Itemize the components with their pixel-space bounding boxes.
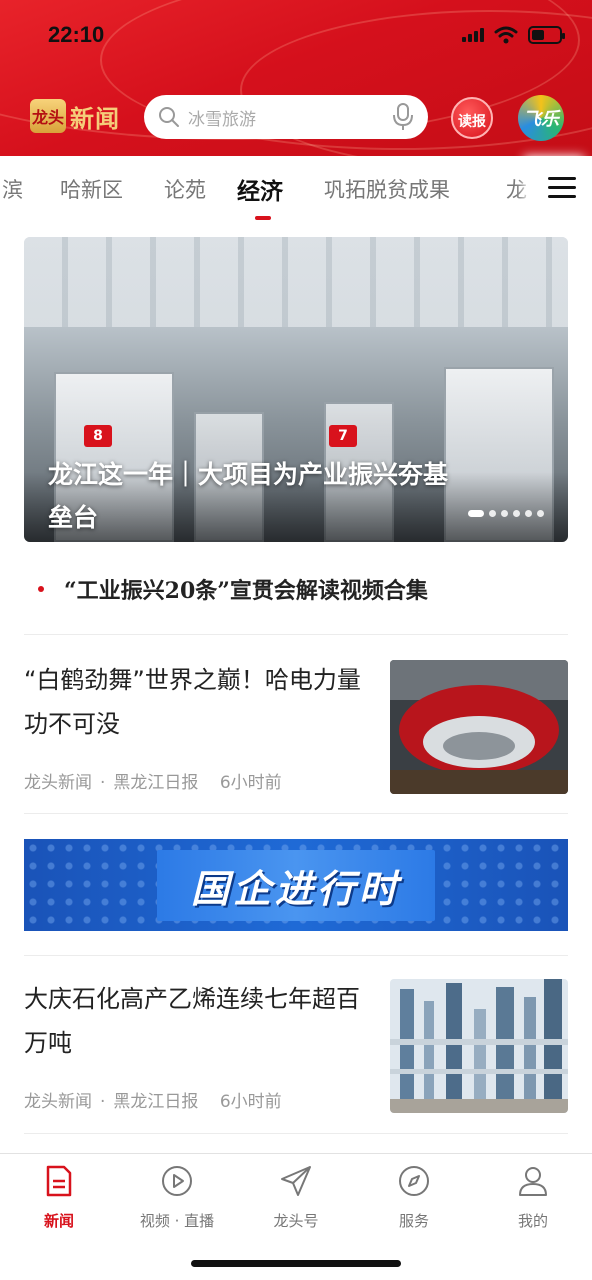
- app-header: 22:10 龙头 新闻 冰雪旅游 读报 飞乐: [0, 0, 592, 156]
- nav-longtou-hao-label: 龙头号: [273, 1212, 319, 1230]
- article-item[interactable]: 大庆石化高产乙烯连续七年超百万吨 龙头新闻 · 黑龙江日报 6小时前: [24, 977, 568, 1113]
- hero-image-ceiling: [24, 237, 568, 327]
- promo-banner-text: 国企进行时: [190, 866, 401, 911]
- tab-bin[interactable]: 滨: [2, 174, 23, 204]
- nav-video-live-label: 视频 · 直播: [139, 1212, 215, 1230]
- article-source: 龙头新闻: [24, 773, 92, 793]
- nav-longtou-hao[interactable]: 龙头号: [237, 1164, 355, 1231]
- tab-lunyuan[interactable]: 论苑: [164, 174, 206, 204]
- nav-service[interactable]: 服务: [355, 1164, 473, 1231]
- article-meta: 龙头新闻 · 黑龙江日报 6小时前: [24, 1092, 282, 1112]
- app-logo[interactable]: 龙头 新闻: [30, 98, 120, 134]
- carousel-dot[interactable]: [537, 510, 544, 517]
- active-tab-indicator: [255, 216, 271, 220]
- search-icon: [159, 107, 179, 127]
- user-icon: [516, 1164, 550, 1198]
- hero-carousel[interactable]: 8 7 龙江这一年｜大项目为产业振兴夯基垒台: [24, 237, 568, 542]
- home-indicator[interactable]: [191, 1260, 401, 1267]
- article-time: 6小时前: [219, 773, 282, 793]
- logo-text: 新闻: [70, 104, 120, 133]
- nav-mine[interactable]: 我的: [474, 1164, 592, 1231]
- status-icons: [462, 26, 565, 44]
- divider: [24, 634, 568, 635]
- machine-tag: 8: [84, 425, 112, 447]
- carousel-dot[interactable]: [489, 510, 496, 517]
- logo-badge: 龙头: [30, 99, 66, 133]
- status-time: 22:10: [48, 22, 105, 47]
- nav-mine-label: 我的: [517, 1212, 548, 1230]
- nav-service-label: 服务: [398, 1212, 429, 1230]
- fly-app-label: 飞乐: [523, 109, 559, 130]
- channel-tabs: 滨 哈新区 论苑 经济 巩拓脱贫成果 龙: [0, 156, 592, 224]
- read-paper-button[interactable]: 读报: [451, 97, 493, 139]
- carousel-dot[interactable]: [501, 510, 508, 517]
- channel-menu-icon[interactable]: [532, 156, 592, 218]
- hero-title[interactable]: 龙江这一年｜大项目为产业振兴夯基垒台: [48, 453, 468, 539]
- headline-item[interactable]: “工业振兴20条”宣贯会解读视频合集: [24, 566, 568, 612]
- carousel-dot[interactable]: [513, 510, 520, 517]
- article-paper: 黑龙江日报: [113, 773, 199, 793]
- promo-banner[interactable]: 国企进行时: [24, 839, 568, 931]
- promo-banner-panel: 国企进行时: [156, 849, 435, 921]
- article-meta: 龙头新闻 · 黑龙江日报 6小时前: [24, 773, 282, 793]
- headline-text: “工业振兴20条”宣贯会解读视频合集: [64, 578, 428, 604]
- divider: [24, 1133, 568, 1134]
- article-thumbnail: [390, 660, 568, 794]
- article-title: 大庆石化高产乙烯连续七年超百万吨: [24, 985, 360, 1057]
- tab-tuopin[interactable]: 巩拓脱贫成果: [324, 174, 450, 204]
- article-paper: 黑龙江日报: [113, 1092, 199, 1112]
- battery-icon: [528, 26, 565, 44]
- compass-icon: [397, 1164, 431, 1198]
- search-placeholder: 冰雪旅游: [188, 109, 256, 130]
- tab-jingji[interactable]: 经济: [237, 172, 283, 206]
- carousel-dots: [468, 510, 544, 517]
- nav-news-label: 新闻: [43, 1212, 74, 1230]
- nav-news[interactable]: 新闻: [0, 1164, 118, 1231]
- article-title: “白鹤劲舞”世界之巅！哈电力量功不可没: [24, 666, 361, 738]
- article-source: 龙头新闻: [24, 1092, 92, 1112]
- divider: [24, 955, 568, 956]
- read-paper-label: 读报: [458, 114, 486, 130]
- news-icon: [42, 1164, 76, 1198]
- machine-tag: 7: [329, 425, 357, 447]
- tab-long[interactable]: 龙: [506, 174, 527, 204]
- article-item[interactable]: “白鹤劲舞”世界之巅！哈电力量功不可没 龙头新闻 · 黑龙江日报 6小时前: [24, 658, 568, 794]
- article-time: 6小时前: [219, 1092, 282, 1112]
- nav-video-live[interactable]: 视频 · 直播: [118, 1164, 236, 1231]
- carousel-dot[interactable]: [525, 510, 532, 517]
- headline-bullet: [38, 586, 44, 592]
- cellular-signal-icon: [462, 28, 484, 42]
- wifi-icon: [494, 26, 518, 44]
- fly-app-button[interactable]: 飞乐: [518, 95, 564, 141]
- search-bar[interactable]: 冰雪旅游: [144, 95, 428, 139]
- paper-plane-icon: [279, 1164, 313, 1198]
- divider: [24, 813, 568, 814]
- carousel-dot[interactable]: [468, 510, 484, 517]
- play-icon: [160, 1164, 194, 1198]
- article-thumbnail: [390, 979, 568, 1113]
- tab-haxinqu[interactable]: 哈新区: [60, 174, 123, 204]
- microphone-icon[interactable]: [392, 103, 414, 131]
